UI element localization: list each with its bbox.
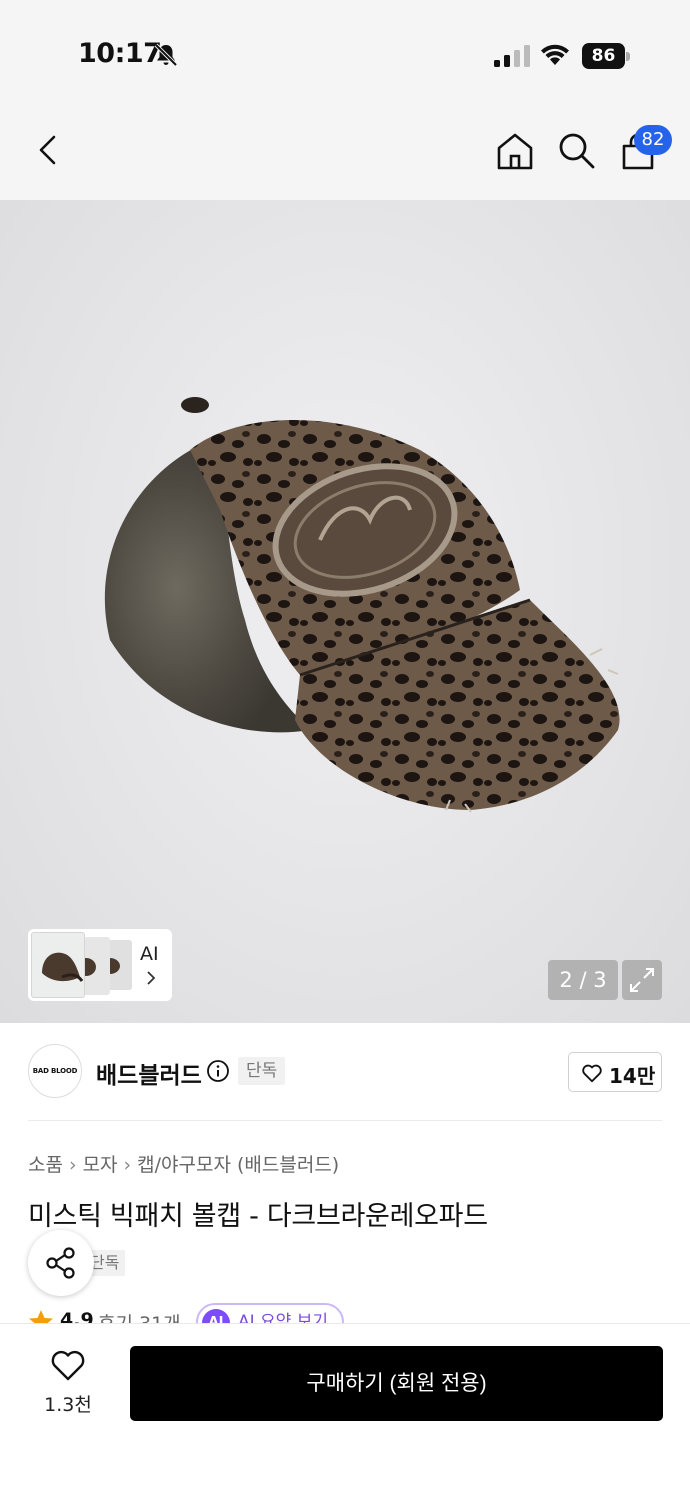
search-icon[interactable] (556, 130, 596, 170)
status-bar: 10:17 86 (0, 0, 690, 100)
brand-logo[interactable]: BAD BLOOD (28, 1044, 82, 1098)
home-icon[interactable] (494, 130, 536, 172)
expand-icon (630, 968, 654, 992)
thumbnail-2[interactable] (84, 937, 110, 995)
cellular-signal-icon (494, 45, 530, 67)
product-image-gallery[interactable]: AI 2 / 3 (0, 200, 690, 1023)
buy-button[interactable]: 구매하기 (회원 전용) (130, 1346, 663, 1421)
heart-icon (582, 1064, 602, 1083)
brand-name[interactable]: 배드블러드 (96, 1056, 202, 1090)
breadcrumb: 소품 › 모자 › 캡/야구모자 (배드블러드) (28, 1150, 339, 1177)
heart-icon (51, 1350, 85, 1381)
top-nav-bar (0, 100, 690, 200)
info-icon[interactable] (206, 1059, 230, 1083)
wishlist-count: 1.3천 (44, 1394, 92, 1416)
ai-thumbnail-label[interactable]: AI (140, 943, 159, 965)
wishlist-button[interactable]: 1.3천 (28, 1340, 108, 1420)
battery-level: 86 (582, 43, 625, 69)
thumbnail-1[interactable] (31, 932, 85, 998)
image-counter: 2 / 3 (548, 960, 618, 1000)
product-image (104, 397, 620, 813)
battery-icon: 86 (582, 43, 630, 69)
exclusive-badge: 단독 (238, 1057, 286, 1085)
share-icon (46, 1247, 75, 1279)
divider (28, 1120, 662, 1121)
thumbnail-strip[interactable]: AI (28, 929, 172, 1001)
share-button[interactable] (28, 1230, 94, 1296)
product-title: 미스틱 빅패치 볼캡 - 다크브라운레오파드 (28, 1201, 488, 1232)
wifi-icon (541, 44, 569, 65)
thumbnail-3[interactable] (108, 940, 132, 990)
brand-like-count: 14만 (609, 1064, 656, 1088)
expand-image-button[interactable] (622, 960, 662, 1000)
bell-off-icon (154, 43, 178, 67)
brand-like-button[interactable]: 14만 (568, 1052, 662, 1092)
breadcrumb-item[interactable]: 모자 (83, 1154, 118, 1176)
cart-count-badge: 82 (634, 125, 672, 155)
status-time: 10:17 (78, 38, 162, 69)
chevron-right-icon (147, 971, 156, 985)
breadcrumb-item[interactable]: 소품 (28, 1154, 63, 1176)
breadcrumb-item[interactable]: 캡/야구모자 (배드블러드) (137, 1154, 339, 1176)
back-button[interactable] (30, 132, 66, 168)
chevron-right-icon: › (68, 1154, 77, 1176)
chevron-right-icon: › (123, 1154, 132, 1176)
